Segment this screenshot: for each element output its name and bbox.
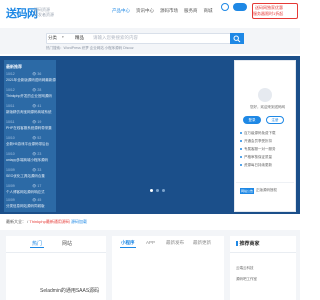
logo-tagline-line-2: 开发者资源: [34, 12, 54, 17]
news-views: 👁 23: [32, 152, 42, 156]
chevron-down-icon: ▾: [62, 35, 64, 39]
news-views: 👁 45: [32, 198, 42, 202]
logo-tagline: 源码资源 开发者资源: [34, 7, 54, 17]
title-accent-bar: [236, 241, 238, 247]
nav-item-market[interactable]: 源码市场: [160, 8, 178, 14]
news-views: 👁 52: [32, 136, 42, 140]
page: 送码网 源码资源 开发者资源 产品中心 资讯中心 源码市场 服务商 商城 送码网…: [0, 0, 300, 300]
nav-item-news[interactable]: 资讯中心: [136, 8, 154, 14]
list-item[interactable]: 云端云科技: [236, 266, 254, 271]
breadcrumb-label: 最新大全：: [6, 219, 26, 224]
news-date: 10/09: [6, 198, 15, 202]
benefit-item: 开通会员享受折扣: [240, 139, 272, 144]
benefit-item: 资源每日持续更新: [240, 163, 272, 168]
breadcrumb-extra[interactable]: 源码加载: [71, 219, 87, 224]
news-date: 10/12: [6, 88, 15, 92]
site-logo[interactable]: 送码网: [6, 5, 38, 21]
search-engine-select[interactable]: 精品: [75, 35, 84, 41]
news-date: 10/12: [6, 72, 15, 76]
tab-app[interactable]: APP: [146, 240, 155, 245]
login-button[interactable]: 登录: [243, 116, 261, 124]
recommended-title-text: 推荐商家: [239, 241, 260, 247]
divider: [236, 182, 294, 183]
search-placeholder: 请输入您要搜索的内容: [93, 35, 138, 40]
list-item[interactable]: 源码吧工作室: [236, 277, 257, 282]
header-login-button[interactable]: [233, 3, 247, 11]
benefit-item: 百万级源码免费下载: [240, 131, 276, 136]
news-views: 👁 33: [32, 168, 42, 172]
list-item[interactable]: 10/11 👁 19 PHP在线客服系统源码带采集: [6, 120, 56, 136]
tab-underline: [120, 247, 136, 248]
tab-underline: [30, 247, 44, 248]
notice-badge: 网站公告: [240, 188, 254, 194]
divider: [6, 252, 106, 253]
news-views: 👁 19: [32, 120, 42, 124]
list-item[interactable]: 10/09 👁 33 SEO优化工具站源码合集: [6, 168, 56, 184]
carousel-dot[interactable]: [150, 189, 153, 192]
news-title[interactable]: 新版精仿淘宝网源码商城系统: [6, 110, 56, 115]
tab-website[interactable]: 网站: [62, 240, 72, 247]
search-icon: [233, 35, 241, 43]
user-icon[interactable]: [221, 3, 229, 11]
main-nav: 产品中心 资讯中心 源码市场 服务商 商城: [112, 8, 213, 14]
news-title[interactable]: 2021年全新版源码送码网最新源码: [6, 78, 56, 83]
tab-latest-published[interactable]: 最新发布: [166, 240, 184, 246]
breadcrumb: 最新大全： / Thinkphp最新通用源码 源码加载: [6, 219, 87, 225]
breadcrumb-link[interactable]: Thinkphp最新通用源码: [29, 219, 69, 224]
news-views: 👁 41: [32, 104, 42, 108]
benefit-item: 专属客服一对一服务: [240, 147, 276, 152]
news-title[interactable]: PHP在线客服系统源码带采集: [6, 126, 56, 131]
news-date: 10/10: [6, 136, 15, 140]
register-button[interactable]: 注册: [266, 116, 284, 124]
tab-latest-updated[interactable]: 最新更新: [193, 240, 211, 246]
list-item[interactable]: 10/12 👁 36 2021年全新版源码送码网最新源码: [6, 72, 56, 88]
tab-hot[interactable]: 热门: [32, 240, 42, 247]
news-date: 10/11: [6, 104, 15, 108]
divider: [230, 252, 296, 253]
tab-miniprogram[interactable]: 小程序: [121, 240, 135, 246]
list-item[interactable]: 10/10 👁 52 全新H5游戏平台源码带后台: [6, 136, 56, 152]
notice-text[interactable]: 正版源码授权: [256, 188, 277, 193]
nav-item-products[interactable]: 产品中心: [112, 8, 130, 14]
search-type-select[interactable]: 分类: [48, 35, 57, 41]
carousel-dots: [150, 189, 165, 192]
list-item[interactable]: 10/10 👁 23 uniapp多端商城小程序源码: [6, 152, 56, 168]
news-views: 👁 28: [32, 88, 42, 92]
news-title[interactable]: 个人博客网站源码响应式: [6, 190, 56, 195]
avatar: [258, 88, 272, 102]
search-button[interactable]: [230, 33, 244, 44]
latest-title: 最新推荐: [6, 64, 22, 69]
recommended-title: 推荐商家: [236, 240, 260, 247]
news-title[interactable]: 分类信息网站源码同城版: [6, 204, 56, 209]
list-item[interactable]: 10/12 👁 28 Thinkphp开发的企业官网源码: [6, 88, 56, 104]
promo-line-2: 服务器限时1折起: [253, 11, 284, 16]
carousel-dot[interactable]: [162, 189, 165, 192]
news-title[interactable]: Thinkphp开发的企业官网源码: [6, 94, 56, 99]
hot-search-words[interactable]: 热门搜索：WordPress 织梦 企业网站 小程序源码 Discuz: [46, 46, 134, 51]
list-item[interactable]: 10/09 👁 45 分类信息网站源码同城版: [6, 198, 56, 214]
news-title[interactable]: 全新H5游戏平台源码带后台: [6, 142, 56, 147]
news-date: 10/10: [6, 152, 15, 156]
news-views: 👁 17: [32, 184, 42, 188]
nav-item-providers[interactable]: 服务商: [184, 8, 198, 14]
news-date: 10/09: [6, 168, 15, 172]
news-title[interactable]: uniapp多端商城小程序源码: [6, 158, 56, 163]
carousel-dot[interactable]: [156, 189, 159, 192]
news-date: 10/11: [6, 120, 15, 124]
list-item[interactable]: Seladmin的通用SAAS源码: [40, 287, 99, 294]
nav-item-store[interactable]: 商城: [204, 8, 213, 14]
news-date: 10/09: [6, 184, 15, 188]
list-item[interactable]: 10/11 👁 41 新版精仿淘宝网源码商城系统: [6, 104, 56, 120]
news-title[interactable]: SEO优化工具站源码合集: [6, 174, 56, 179]
benefit-item: 严格审核保证质量: [240, 155, 272, 160]
news-views: 👁 36: [32, 72, 42, 76]
welcome-text: 您好，欢迎来到送码网: [250, 105, 285, 109]
